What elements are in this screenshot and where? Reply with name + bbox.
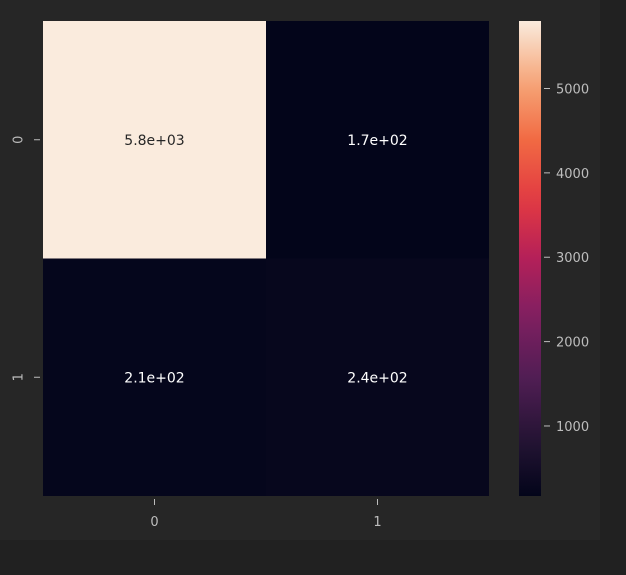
colorbar-tick-label-1: 2000 (556, 336, 589, 351)
colorbar-gradient (519, 21, 541, 496)
x-tick-label-0: 0 (150, 515, 158, 530)
colorbar-tick-label-2: 3000 (556, 251, 589, 266)
cell-annotation-0-0: 5.8e+03 (124, 133, 184, 149)
cell-annotation-1-0: 2.1e+02 (124, 370, 184, 386)
heatmap-figure: 5.8e+03 1.7e+02 2.1e+02 2.4e+02 0 1 0 1 1000 2… (0, 0, 626, 571)
cell-annotation-0-1: 1.7e+02 (347, 133, 407, 149)
x-tick-label-1: 1 (373, 515, 381, 530)
heatmap-cells (43, 21, 489, 496)
y-tick-label-1: 1 (12, 373, 27, 381)
colorbar-tick-label-4: 5000 (556, 82, 589, 97)
colorbar-tick-label-0: 1000 (556, 420, 589, 435)
cell-annotation-1-1: 2.4e+02 (347, 370, 407, 386)
colorbar-tick-label-3: 4000 (556, 167, 589, 182)
heatmap-chart: 5.8e+03 1.7e+02 2.1e+02 2.4e+02 0 1 0 1 1000 2… (0, 0, 600, 540)
y-tick-label-0: 0 (12, 136, 27, 144)
